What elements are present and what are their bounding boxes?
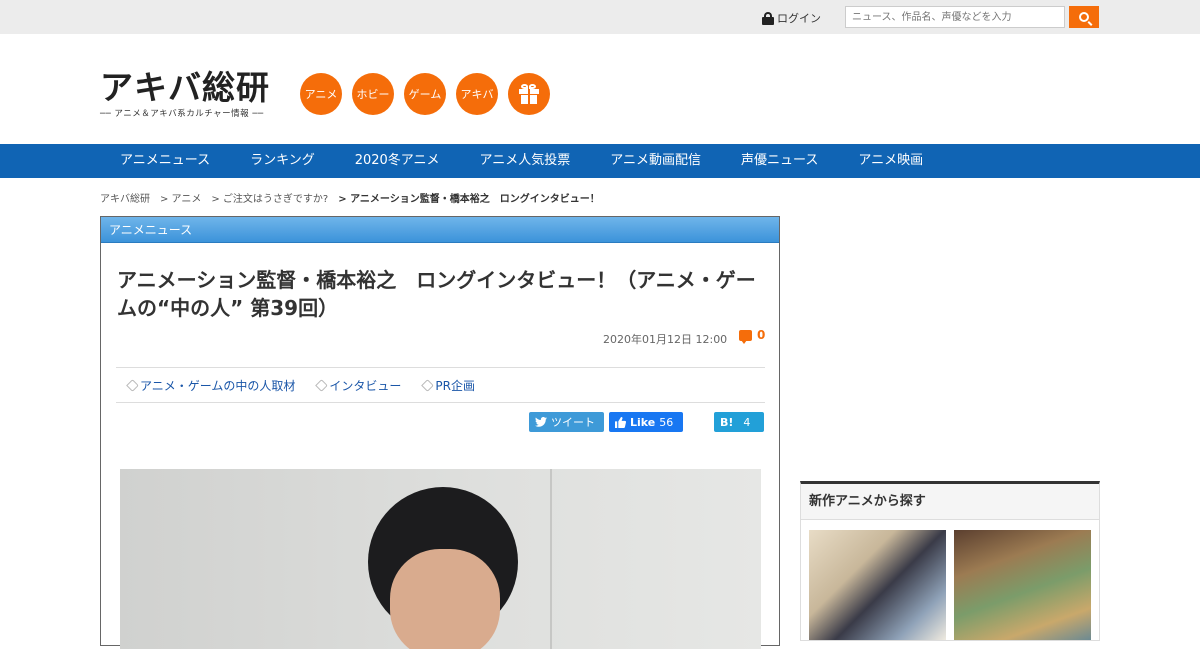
tag-icon xyxy=(421,378,435,392)
anime-thumbnail[interactable] xyxy=(809,530,946,640)
login-link[interactable]: ログイン xyxy=(762,10,821,26)
category-akiba-button[interactable]: アキバ xyxy=(456,73,498,115)
section-header: アニメニュース xyxy=(101,217,779,243)
category-game-button[interactable]: ゲーム xyxy=(404,73,446,115)
comment-count-value: 0 xyxy=(757,328,766,342)
tag-link[interactable]: PR企画 xyxy=(421,377,475,394)
logo-tagline: ── アニメ＆アキバ系カルチャー情報 ── xyxy=(100,109,264,119)
article-photo xyxy=(120,469,761,649)
tweet-button[interactable]: ツイート xyxy=(529,412,604,432)
nav-item-ranking[interactable]: ランキング xyxy=(230,144,335,178)
hatena-count: 4 xyxy=(743,415,751,429)
top-utility-bar: ログイン xyxy=(0,0,1200,34)
breadcrumb-item[interactable]: > アニメ xyxy=(160,190,201,205)
main-nav: アニメニュース ランキング 2020冬アニメ アニメ人気投票 アニメ動画配信 声… xyxy=(0,144,1200,178)
hatena-bookmark-button[interactable]: B! 4 xyxy=(714,412,764,432)
tag-icon xyxy=(315,378,329,392)
nav-item-anime-vote[interactable]: アニメ人気投票 xyxy=(460,144,591,178)
sidebar-new-anime: 新作アニメから探す xyxy=(800,481,1100,641)
site-logo[interactable]: アキバ総研 ── アニメ＆アキバ系カルチャー情報 ── xyxy=(100,68,285,120)
article-date: 2020年01月12日 12:00 xyxy=(603,333,728,346)
hatena-icon: B! xyxy=(720,415,734,429)
category-anime-button[interactable]: アニメ xyxy=(300,73,342,115)
comment-count[interactable]: 0 xyxy=(739,328,766,344)
tag-link[interactable]: アニメ・ゲームの中の人取材 xyxy=(126,377,296,394)
anime-thumbnail[interactable] xyxy=(954,530,1091,640)
category-hobby-button[interactable]: ホビー xyxy=(352,73,394,115)
nav-item-seiyu-news[interactable]: 声優ニュース xyxy=(721,144,838,178)
tag-link[interactable]: インタビュー xyxy=(315,377,402,394)
login-label: ログイン xyxy=(777,12,821,25)
tag-list: アニメ・ゲームの中の人取材 インタビュー PR企画 xyxy=(116,367,765,403)
search-button[interactable] xyxy=(1069,6,1099,28)
article-title: アニメーション監督・橋本裕之 ロングインタビュー！（アニメ・ゲームの“中の人” … xyxy=(117,268,756,320)
nav-item-anime-streaming[interactable]: アニメ動画配信 xyxy=(590,144,721,178)
comment-icon xyxy=(739,329,752,344)
tag-label: インタビュー xyxy=(329,378,402,393)
search-icon xyxy=(1079,12,1089,22)
twitter-icon xyxy=(535,417,547,427)
article-box: アニメニュース アニメーション監督・橋本裕之 ロングインタビュー！（アニメ・ゲー… xyxy=(100,216,780,649)
search-input[interactable] xyxy=(845,6,1065,28)
nav-item-anime-movie[interactable]: アニメ映画 xyxy=(838,144,943,178)
lock-icon xyxy=(762,11,774,25)
like-label: Like xyxy=(630,415,656,429)
present-button[interactable] xyxy=(508,73,550,115)
facebook-like-button[interactable]: Like 56 xyxy=(609,412,683,432)
like-count: 56 xyxy=(659,415,674,429)
nav-item-winter-2020[interactable]: 2020冬アニメ xyxy=(335,144,460,178)
tag-label: アニメ・ゲームの中の人取材 xyxy=(140,378,296,393)
sidebar-heading: 新作アニメから探す xyxy=(801,484,1099,520)
breadcrumb-current: > アニメーション監督・橋本裕之 ロングインタビュー！ xyxy=(338,194,600,205)
tweet-label: ツイート xyxy=(551,416,595,429)
nav-item-anime-news[interactable]: アニメニュース xyxy=(100,144,230,178)
breadcrumb-item[interactable]: アキバ総研 xyxy=(100,190,150,205)
gift-icon xyxy=(519,84,539,104)
breadcrumb: アキバ総研 > アニメ > ご注文はうさぎですか? > アニメーション監督・橋本… xyxy=(100,190,600,205)
logo-title: アキバ総研 xyxy=(100,68,270,107)
thumbs-up-icon xyxy=(615,416,626,428)
breadcrumb-item[interactable]: > ご注文はうさぎですか? xyxy=(211,190,328,205)
tag-icon xyxy=(126,378,139,392)
tag-label: PR企画 xyxy=(435,378,475,393)
category-shortcuts: アニメ ホビー ゲーム アキバ xyxy=(300,73,550,115)
